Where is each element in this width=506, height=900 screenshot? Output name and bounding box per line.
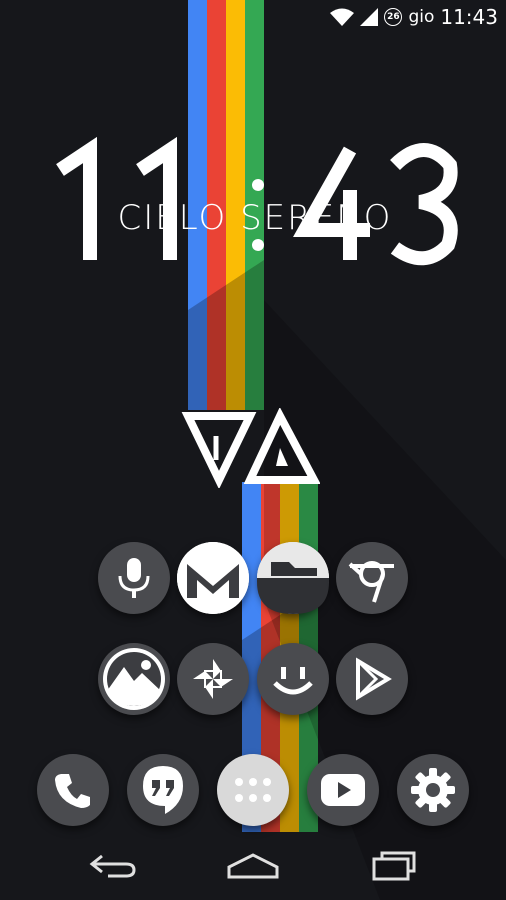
triangle-logo-icon	[181, 407, 321, 490]
messenger-icon[interactable]	[257, 643, 329, 715]
phone-icon[interactable]	[37, 754, 109, 826]
hangouts-icon[interactable]	[127, 754, 199, 826]
file-manager-icon[interactable]	[257, 542, 329, 614]
youtube-icon[interactable]	[307, 754, 379, 826]
notification-badge: 26	[384, 8, 403, 26]
app-drawer-icon[interactable]	[217, 754, 289, 826]
status-day: gio	[408, 7, 435, 27]
navigation-bar	[0, 830, 506, 900]
recents-icon[interactable]	[354, 840, 434, 890]
status-time: 11:43	[440, 5, 498, 29]
gmail-icon[interactable]	[177, 542, 249, 614]
settings-icon[interactable]	[397, 754, 469, 826]
back-icon[interactable]	[72, 840, 152, 890]
gallery-icon[interactable]	[98, 643, 170, 715]
photos-icon[interactable]	[177, 643, 249, 715]
wifi-icon	[330, 8, 355, 26]
theme-logo	[180, 407, 321, 492]
home-icon[interactable]	[213, 840, 293, 890]
chrome-icon[interactable]	[336, 542, 408, 614]
status-bar: 26 gio 11:43	[0, 0, 506, 36]
play-store-icon[interactable]	[336, 643, 408, 715]
signal-icon	[360, 8, 379, 26]
weather-text: CIELO SERENO	[117, 198, 393, 238]
voice-search-icon[interactable]	[98, 542, 170, 614]
